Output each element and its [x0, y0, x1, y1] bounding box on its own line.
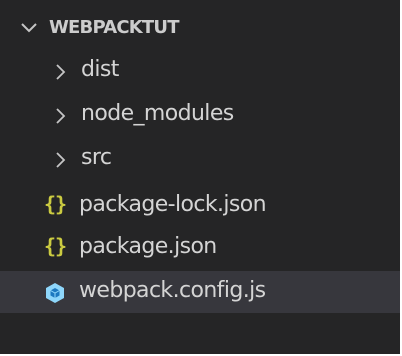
- explorer-root-folder[interactable]: WEBPACKTUT: [0, 8, 400, 48]
- chevron-right-icon[interactable]: [54, 63, 66, 81]
- folder-item-node-modules[interactable]: node_modules: [0, 94, 400, 136]
- folder-item-src[interactable]: src: [0, 138, 400, 180]
- folder-label: dist: [81, 57, 119, 82]
- json-file-icon: {}: [44, 192, 67, 216]
- file-label: package-lock.json: [79, 192, 267, 217]
- webpack-icon: [46, 283, 64, 303]
- file-item-webpack-config-js[interactable]: webpack.config.js: [0, 271, 400, 313]
- json-file-icon: {}: [44, 234, 67, 258]
- file-explorer: WEBPACKTUT dist node_modules src {} pack…: [0, 0, 402, 356]
- file-label: package.json: [79, 234, 217, 259]
- chevron-right-icon[interactable]: [54, 107, 66, 125]
- root-folder-label: WEBPACKTUT: [49, 17, 179, 38]
- file-item-package-json[interactable]: {} package.json: [0, 227, 400, 269]
- folder-label: node_modules: [81, 101, 234, 126]
- file-label: webpack.config.js: [79, 278, 266, 303]
- chevron-down-icon[interactable]: [20, 21, 38, 35]
- chevron-right-icon[interactable]: [54, 151, 66, 169]
- file-item-package-lock-json[interactable]: {} package-lock.json: [0, 185, 400, 227]
- folder-label: src: [81, 145, 112, 170]
- folder-item-dist[interactable]: dist: [0, 50, 400, 92]
